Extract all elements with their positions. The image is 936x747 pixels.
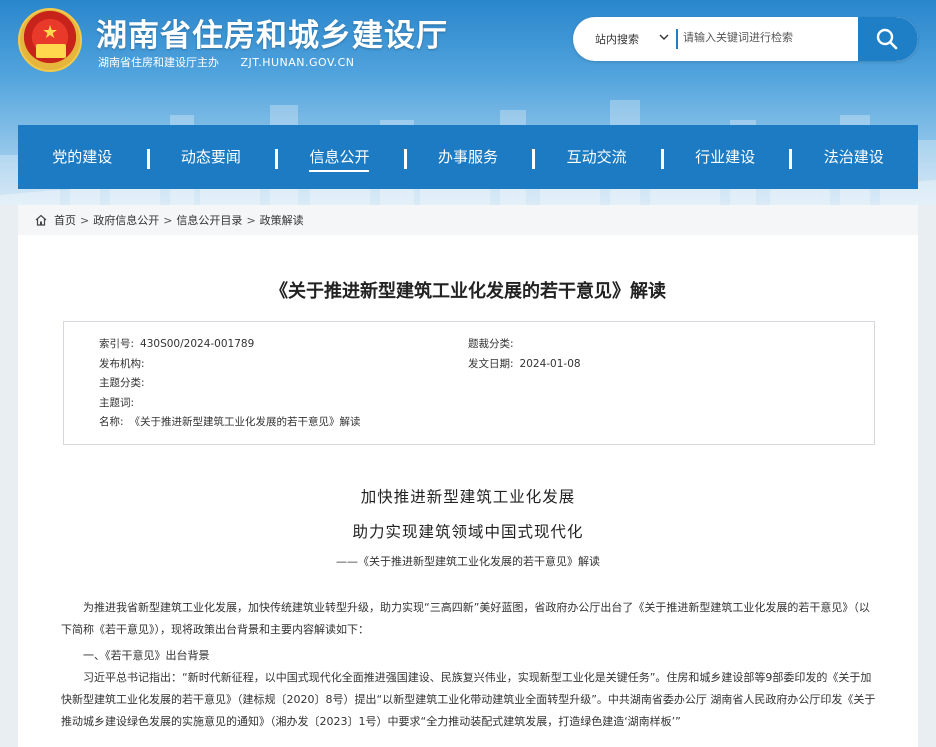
nav-item-industry[interactable]: 行业建设: [660, 125, 790, 189]
main-nav: 党的建设 动态要闻 信息公开 办事服务 互动交流 行业建设 法治建设: [18, 125, 918, 189]
article-heading-1: 加快推进新型建筑工业化发展: [360, 488, 576, 506]
search-input[interactable]: [683, 27, 853, 47]
meta-org: 发布机构:: [99, 358, 145, 370]
article-content: 《关于推进新型建筑工业化发展的若干意见》解读 索引号: 430S00/2024-0…: [18, 235, 918, 747]
article-paragraph: 为推进我省新型建筑工业化发展，加快传统建筑业转型升级，助力实现“三高四新”美好蓝…: [61, 601, 870, 636]
article-paragraph: 习近平总书记指出：“新时代新征程，以中国式现代化全面推进强国建设、民族复兴伟业，…: [61, 671, 876, 728]
meta-date: 发文日期: 2024-01-08: [468, 358, 581, 370]
meta-theme: 主题分类:: [99, 377, 145, 389]
breadcrumb-policy-interpretation[interactable]: 政策解读: [260, 212, 304, 228]
nav-item-party[interactable]: 党的建设: [18, 125, 147, 189]
article-meta-box: 索引号: 430S00/2024-001789 题裁分类: 发布机构: 发文日期:…: [63, 321, 875, 445]
home-icon: [35, 214, 47, 226]
site-title: 湖南省住房和城乡建设厅: [96, 18, 448, 54]
breadcrumb-separator: >: [163, 213, 173, 227]
nav-item-services[interactable]: 办事服务: [403, 125, 533, 189]
article-heading-2: 助力实现建筑领域中国式现代化: [352, 523, 584, 541]
meta-index: 索引号: 430S00/2024-001789: [99, 338, 255, 350]
search-icon: [876, 28, 898, 50]
site-subtitle: 湖南省住房和建设厅主办 ZJT.HUNAN.GOV.CN: [98, 54, 355, 70]
search-button[interactable]: [858, 17, 918, 61]
article-title: 《关于推进新型建筑工业化发展的若干意见》解读: [270, 281, 666, 302]
site-domain: ZJT.HUNAN.GOV.CN: [240, 56, 355, 69]
breadcrumb-separator: >: [80, 213, 90, 227]
breadcrumb-home[interactable]: 首页: [54, 212, 76, 228]
nav-item-interaction[interactable]: 互动交流: [532, 125, 661, 189]
search-scope-select[interactable]: 站内搜索: [595, 31, 639, 47]
meta-keywords: 主题词:: [99, 397, 135, 409]
search-divider: [676, 29, 678, 49]
breadcrumb-gov-info[interactable]: 政府信息公开: [93, 212, 159, 228]
nav-item-news[interactable]: 动态要闻: [146, 125, 276, 189]
site-sponsor: 湖南省住房和建设厅主办: [98, 56, 219, 69]
breadcrumb-info-catalog[interactable]: 信息公开目录: [176, 212, 242, 228]
meta-name: 名称: 《关于推进新型建筑工业化发展的若干意见》解读: [99, 416, 361, 428]
breadcrumb-separator: >: [246, 213, 256, 227]
search-bar: 站内搜索: [573, 17, 918, 61]
breadcrumb: 首页 > 政府信息公开 > 信息公开目录 > 政策解读: [18, 205, 918, 235]
meta-topic: 题裁分类:: [468, 338, 514, 350]
national-emblem-logo: ★: [18, 8, 82, 72]
article-caption: ——《关于推进新型建筑工业化发展的若干意见》解读: [336, 555, 600, 568]
nav-item-info-disclosure[interactable]: 信息公开: [275, 125, 404, 189]
article-section-heading: 一、《若干意见》出台背景: [83, 649, 210, 662]
chevron-down-icon[interactable]: [657, 30, 671, 44]
nav-item-law[interactable]: 法治建设: [789, 125, 918, 189]
